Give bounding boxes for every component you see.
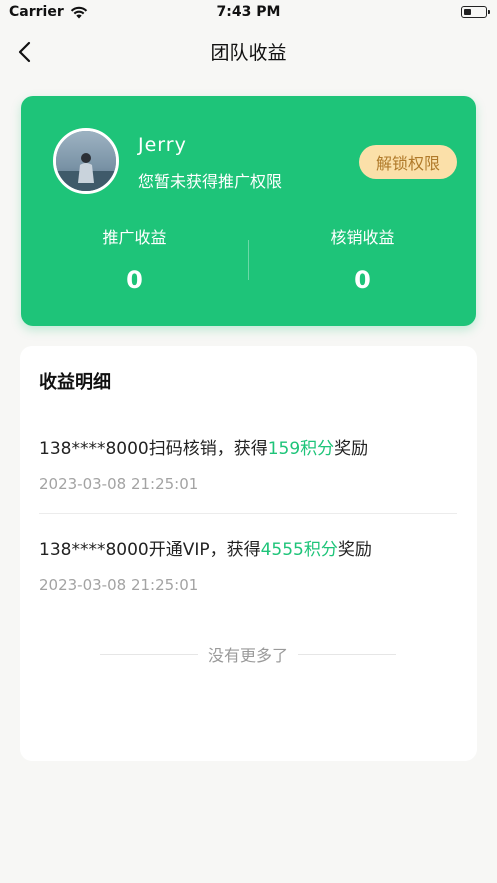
status-time: 7:43 PM [216,4,281,20]
divider-line [100,653,198,655]
list-item[interactable]: 138****8000扫码核销，获得159积分奖励 2023-03-08 21:… [39,434,457,493]
promo-earnings-label: 推广收益 [102,228,167,247]
avatar-image [56,131,116,191]
record-prefix: 138****8000扫码核销，获得 [39,439,268,459]
record-time: 2023-03-08 21:25:01 [39,475,199,493]
record-time: 2023-03-08 21:25:01 [39,576,199,594]
no-more-text: 没有更多了 [208,646,289,665]
user-status-text: 您暂未获得推广权限 [138,172,283,191]
battery-icon [461,6,490,18]
detail-title: 收益明细 [39,372,111,393]
record-text: 138****8000开通VIP，获得4555积分奖励 [39,535,457,560]
record-text: 138****8000扫码核销，获得159积分奖励 [39,434,457,459]
verify-earnings-label: 核销收益 [330,228,395,247]
unlock-permission-button[interactable]: 解锁权限 [359,145,457,179]
page-title: 团队收益 [210,42,287,64]
user-name: Jerry [138,134,187,156]
record-suffix: 奖励 [334,439,369,459]
battery-level [463,8,471,15]
no-more-indicator: 没有更多了 [100,642,397,666]
record-points: 4555积分 [260,540,338,560]
promo-earnings-value: 0 [126,266,143,294]
divider [39,513,457,514]
record-prefix: 138****8000开通VIP，获得 [39,540,261,560]
earnings-detail-card: 收益明细 138****8000扫码核销，获得159积分奖励 2023-03-0… [20,346,477,761]
record-points: 159积分 [267,439,335,459]
record-suffix: 奖励 [337,540,372,560]
status-bar: Carrier 7:43 PM [0,0,497,26]
nav-bar: 团队收益 [0,26,497,76]
promo-earnings[interactable]: 推广收益 0 [21,224,248,294]
earnings-card: Jerry 您暂未获得推广权限 解锁权限 推广收益 0 核销收益 0 [21,96,476,326]
list-item[interactable]: 138****8000开通VIP，获得4555积分奖励 2023-03-08 2… [39,535,457,594]
divider-line [298,653,397,655]
avatar[interactable] [53,128,119,194]
verify-earnings-value: 0 [354,266,371,294]
verify-earnings[interactable]: 核销收益 0 [249,224,476,294]
